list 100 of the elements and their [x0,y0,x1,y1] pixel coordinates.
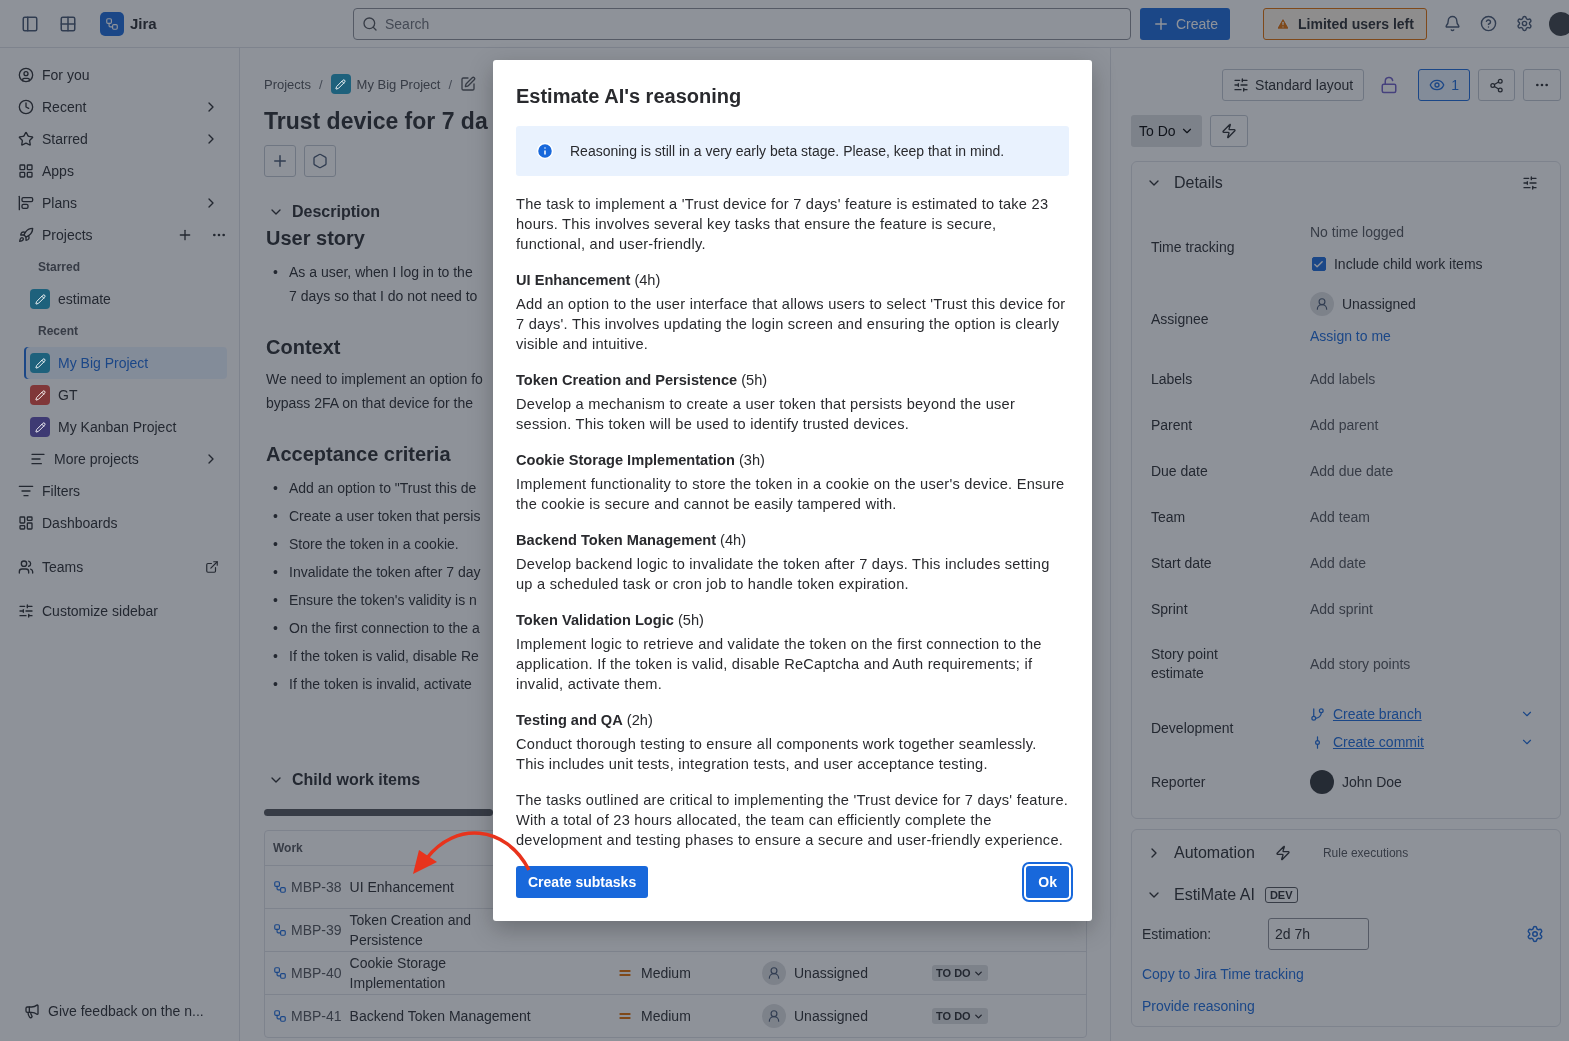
section-title[interactable]: EstiMate AI [1173,886,1255,904]
eye-icon [1429,77,1446,93]
status-lozenge[interactable]: TO DO [932,965,988,981]
avatar-icon [1309,292,1334,316]
sidebar-item[interactable]: Dashboards [16,507,227,539]
work-item-summary: Token Creation and Persistence [349,911,472,950]
avatar[interactable] [1548,11,1569,36]
bullet-marker: • [273,563,279,582]
bell-icon [1444,15,1462,32]
field-value[interactable]: Add date [1309,553,1540,573]
sidebar-icon [18,163,34,179]
section-title[interactable]: Automation [1173,844,1255,862]
estimate-link[interactable]: Provide reasoning [1141,996,1560,1016]
field-label: Development [1150,718,1235,738]
search-field[interactable]: Search [353,7,1131,40]
status-dropdown[interactable]: To Do [1130,115,1202,147]
dev-link[interactable]: Create commit [1332,734,1512,750]
field-label: Team [1150,507,1187,527]
estimate-link[interactable]: Copy to Jira Time tracking [1141,964,1560,984]
search-icon [362,15,378,32]
section-label: Starred [37,259,82,276]
breadcrumb-link[interactable]: My Big Project [330,74,441,94]
sidebar-item[interactable]: More projects [24,443,227,475]
field-label: Parent [1150,415,1194,435]
sidebar-item[interactable]: For you [16,59,227,91]
sidebar-item[interactable]: Starred [16,123,227,155]
field-value[interactable]: Add labels [1309,369,1540,389]
bullet-marker: • [273,535,279,554]
sidebar-item[interactable]: Apps [16,155,227,187]
paragraph: Implement logic to retrieve and validate the token on the first connection to the application. If the token is valid, disable ReCaptcha and Auth requirements; if invalid, activate them. [516,635,1043,694]
settings-icon[interactable] [1525,925,1544,943]
sidebar-icon [18,603,34,619]
details-toggle[interactable]: Details [1145,174,1512,192]
configure-icon[interactable] [1521,175,1538,191]
task-heading: Backend Token Management (4h) [516,531,748,550]
section-toggle[interactable]: Description [264,203,380,221]
field-value[interactable]: Add story points [1309,654,1540,674]
bullet-text: Ensure the token's validity is n [289,591,477,610]
checkbox[interactable] [1311,257,1326,271]
plus-icon[interactable] [177,227,193,243]
field-value[interactable]: Add parent [1309,415,1540,435]
work-item-key[interactable]: MBP-38 [291,879,342,895]
sidebar-item[interactable]: Projects [16,219,227,251]
lock-icon[interactable] [1380,76,1399,94]
layout-button[interactable]: Standard layout [1222,69,1365,101]
assign-link[interactable]: Assign to me [1309,326,1540,346]
sidebar-item[interactable]: Customize sidebar [16,595,227,627]
bullet-marker: • [273,647,279,666]
sidebar-item[interactable]: Recent [16,91,227,123]
share-button[interactable] [1477,69,1515,101]
paragraph: We need to implement an option fo bypass 2FA on that device for the [265,370,483,413]
field-value[interactable]: Add sprint [1309,599,1540,619]
field-value[interactable]: Add team [1309,507,1540,527]
bullet-marker: • [273,263,279,282]
breadcrumb-link[interactable]: Projects [264,76,311,92]
bullet-text: Create a user token that persis [289,507,481,526]
sidebar-item[interactable]: estimate [24,283,227,315]
field-label: Labels [1150,369,1194,389]
sidebar-item[interactable]: Filters [16,475,227,507]
status-lozenge[interactable]: TO DO [932,1008,988,1024]
bullet-marker: • [273,507,279,526]
sidebar-item[interactable]: Plans [16,187,227,219]
edit-icon[interactable] [460,76,477,92]
work-item-key[interactable]: MBP-39 [291,922,342,938]
plus-icon [271,152,289,170]
warning-button[interactable]: Limited users left [1263,7,1427,40]
field-label: Time tracking [1150,237,1236,257]
sidebar-item[interactable]: My Big Project [24,347,227,379]
watch-button[interactable]: 1 [1418,69,1470,101]
apps-button[interactable] [304,145,336,177]
field-value: No time logged [1309,223,1406,242]
branch-icon [1309,706,1325,722]
sidebar-item[interactable]: GT [24,379,227,411]
dev-link[interactable]: Create branch [1332,706,1512,722]
field-label: Assignee [1150,309,1210,329]
sidebar-item[interactable]: Teams [16,551,227,583]
avatar [1309,770,1334,794]
project-icon [330,74,351,94]
create-button[interactable]: Create [1140,7,1231,40]
bullet-marker: • [273,619,279,638]
section-toggle[interactable]: Child work items [264,771,421,789]
avatar-icon [762,961,786,985]
automation-button[interactable] [1209,115,1248,147]
create-subtasks-button[interactable]: Create subtasks [516,866,649,898]
sidebar-item[interactable]: My Kanban Project [24,411,227,443]
work-item-key[interactable]: MBP-40 [291,965,342,981]
sliders-icon [1233,77,1250,93]
feedback-button[interactable]: Give feedback on the n... [16,995,227,1027]
bullet-text: If the token is invalid, activate [289,675,472,694]
sidebar-icon [18,99,34,115]
field-value[interactable]: Add due date [1309,461,1540,481]
bullet-marker: • [273,675,279,694]
sidebar-icon [18,559,34,575]
work-item-summary: Cookie Storage Implementation [349,954,448,993]
add-button[interactable] [264,145,296,177]
work-item-key[interactable]: MBP-41 [291,1008,342,1024]
settings-icon [1516,15,1534,32]
field-label: Story point estimate [1150,645,1219,683]
estimation-field[interactable]: 2d 7h [1267,918,1369,950]
logo-icon [100,11,124,36]
